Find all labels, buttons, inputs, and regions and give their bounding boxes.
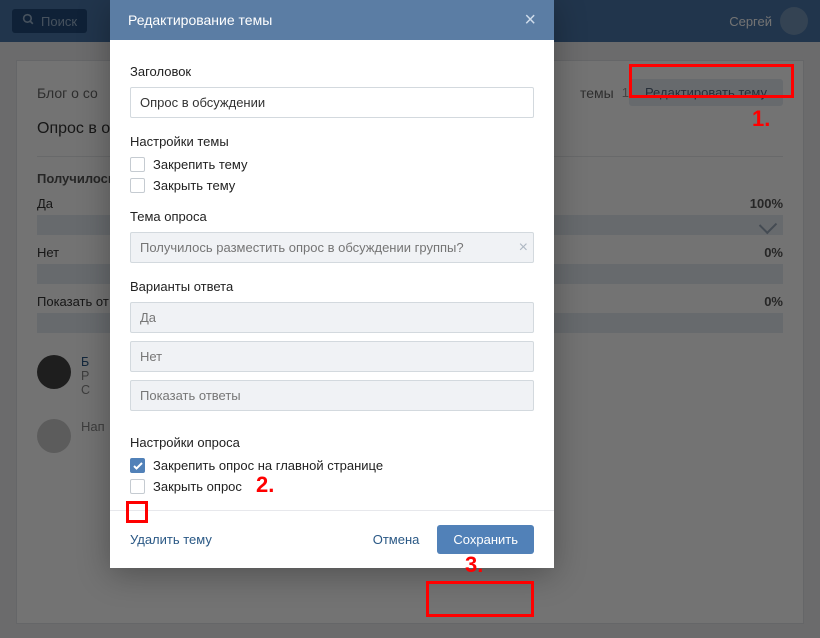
checkbox[interactable] [130,157,145,172]
answer-option-input[interactable] [130,380,534,411]
close-topic-row[interactable]: Закрыть тему [130,178,534,193]
edit-topic-modal: Редактирование темы × Заголовок Настройк… [110,0,554,568]
poll-topic-input[interactable] [130,232,534,263]
pin-poll-row[interactable]: Закрепить опрос на главной странице [130,458,534,473]
save-button[interactable]: Сохранить [437,525,534,554]
close-poll-row[interactable]: Закрыть опрос [130,479,534,494]
pin-poll-label: Закрепить опрос на главной странице [153,458,383,473]
topic-settings-label: Настройки темы [130,134,534,149]
pin-topic-row[interactable]: Закрепить тему [130,157,534,172]
answer-option-input[interactable] [130,341,534,372]
checkbox[interactable] [130,178,145,193]
clear-icon[interactable]: × [519,239,528,257]
close-icon[interactable]: × [524,10,536,30]
close-topic-label: Закрыть тему [153,178,235,193]
close-poll-label: Закрыть опрос [153,479,242,494]
modal-footer: Удалить тему Отмена Сохранить [110,510,554,568]
poll-settings-label: Настройки опроса [130,435,534,450]
checkbox[interactable] [130,479,145,494]
delete-topic-link[interactable]: Удалить тему [130,532,212,547]
poll-topic-label: Тема опроса [130,209,534,224]
heading-label: Заголовок [130,64,534,79]
modal-title: Редактирование темы [128,12,272,28]
heading-input[interactable] [130,87,534,118]
pin-topic-label: Закрепить тему [153,157,248,172]
cancel-button[interactable]: Отмена [373,532,420,547]
answers-label: Варианты ответа [130,279,534,294]
checkbox-checked[interactable] [130,458,145,473]
answer-option-input[interactable] [130,302,534,333]
modal-header: Редактирование темы × [110,0,554,40]
